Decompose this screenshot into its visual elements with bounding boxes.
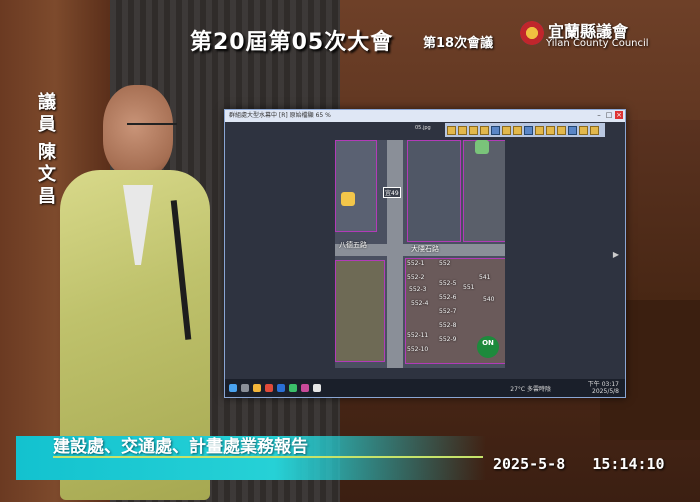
road-label: 大隱石路 (411, 245, 439, 253)
broadcast-date: 2025-5-8 (493, 455, 566, 473)
document-name: 05.jpg (415, 125, 431, 131)
map-parcel-block (407, 140, 461, 242)
map-poi-icon (475, 140, 489, 154)
app-icon[interactable] (313, 384, 321, 392)
map-parcel-block (335, 140, 377, 232)
toolbar-button[interactable] (524, 125, 533, 135)
window-controls: – □ × (595, 111, 623, 119)
agenda-title: 建設處、交通處、計畫處業務報告 (53, 437, 308, 457)
toolbar-button[interactable] (491, 125, 500, 135)
window-title: 群組處大型水幕中 [R] 原始檔顯 65 % (229, 112, 331, 119)
road-tag: 宜49 (383, 187, 401, 198)
parcel-label: 552-11 (407, 332, 429, 339)
viewer-toolbar (445, 123, 605, 137)
broadcast-datetime: 2025-5-8 15:14:10 (493, 455, 665, 473)
glasses-icon (127, 123, 177, 135)
map-parcel-block (335, 260, 385, 362)
council-name-en: Yilan County Council (546, 38, 649, 49)
parcel-label: 552-9 (439, 336, 457, 343)
toolbar-button[interactable] (568, 125, 577, 135)
meeting-number: 第18次會議 (423, 36, 494, 51)
toolbar-button[interactable] (502, 125, 511, 135)
council-logo-icon (520, 21, 544, 45)
toolbar-button[interactable] (458, 125, 467, 135)
parcel-label: 552-4 (411, 300, 429, 307)
toolbar-button[interactable] (590, 125, 599, 135)
projected-screen: 群組處大型水幕中 [R] 原始檔顯 65 % – □ × 05.jpg 宜49 … (224, 109, 626, 398)
clock-time: 下午 03:17 (587, 381, 619, 388)
windows-start-icon[interactable] (229, 384, 237, 392)
session-title: 第20屆第05次大會 (190, 30, 394, 55)
parcel-label: 552-1 (407, 260, 425, 267)
toolbar-button[interactable] (480, 125, 489, 135)
broadcast-time: 15:14:10 (592, 455, 665, 473)
minimize-icon[interactable]: – (595, 111, 603, 119)
toolbar-button[interactable] (535, 125, 544, 135)
chrome-icon[interactable] (265, 384, 273, 392)
app-icon[interactable] (301, 384, 309, 392)
parcel-label: 552-6 (439, 294, 457, 301)
speaker-caption: 議員 陳文昌 (38, 92, 58, 208)
window-titlebar[interactable]: 群組處大型水幕中 [R] 原始檔顯 65 % – □ × (225, 110, 625, 122)
parcel-label: 552-5 (439, 280, 457, 287)
on-badge: ON (477, 336, 499, 358)
video-frame: 第20屆第05次大會 第18次會議 宜蘭縣議會 Yilan County Cou… (0, 0, 700, 502)
parcel-label: 552-8 (439, 322, 457, 329)
toolbar-button[interactable] (513, 125, 522, 135)
speaker-figure (55, 85, 215, 500)
parcel-label: 552-3 (409, 286, 427, 293)
map-image: 宜49 大隱石路 八德五路 552-1 552 552-2 552-3 552-… (335, 140, 505, 368)
toolbar-button[interactable] (447, 125, 456, 135)
speaker-role: 議員 (38, 92, 56, 135)
app-icon[interactable] (289, 384, 297, 392)
toolbar-button[interactable] (546, 125, 555, 135)
parcel-label: 552 (439, 260, 451, 267)
parcel-label: 541 (479, 274, 491, 281)
banner-underline (53, 456, 483, 458)
toolbar-button[interactable] (469, 125, 478, 135)
taskbar-weather: 27°C 多雲時陰 (510, 386, 551, 393)
clock-date: 2025/5/8 (592, 388, 619, 395)
maximize-icon[interactable]: □ (605, 111, 613, 119)
road-label: 八德五路 (339, 241, 367, 249)
parcel-label: 552-2 (407, 274, 425, 281)
os-taskbar: 27°C 多雲時陰 下午 03:17 2025/5/8 (225, 379, 625, 397)
speaker-name: 陳文昌 (38, 142, 56, 207)
edge-icon[interactable] (277, 384, 285, 392)
parcel-label: 552-7 (439, 308, 457, 315)
map-parcel-block (463, 140, 505, 242)
toolbar-button[interactable] (557, 125, 566, 135)
parcel-label: 551 (463, 284, 475, 291)
parcel-label: 552-10 (407, 346, 429, 353)
search-icon[interactable] (241, 384, 249, 392)
parcel-label: 540 (483, 296, 495, 303)
next-arrow-icon[interactable]: ▶ (613, 250, 619, 259)
file-explorer-icon[interactable] (253, 384, 261, 392)
map-poi-icon (341, 192, 355, 206)
taskbar-clock: 下午 03:17 2025/5/8 (588, 381, 619, 395)
close-icon[interactable]: × (615, 111, 623, 119)
toolbar-button[interactable] (579, 125, 588, 135)
